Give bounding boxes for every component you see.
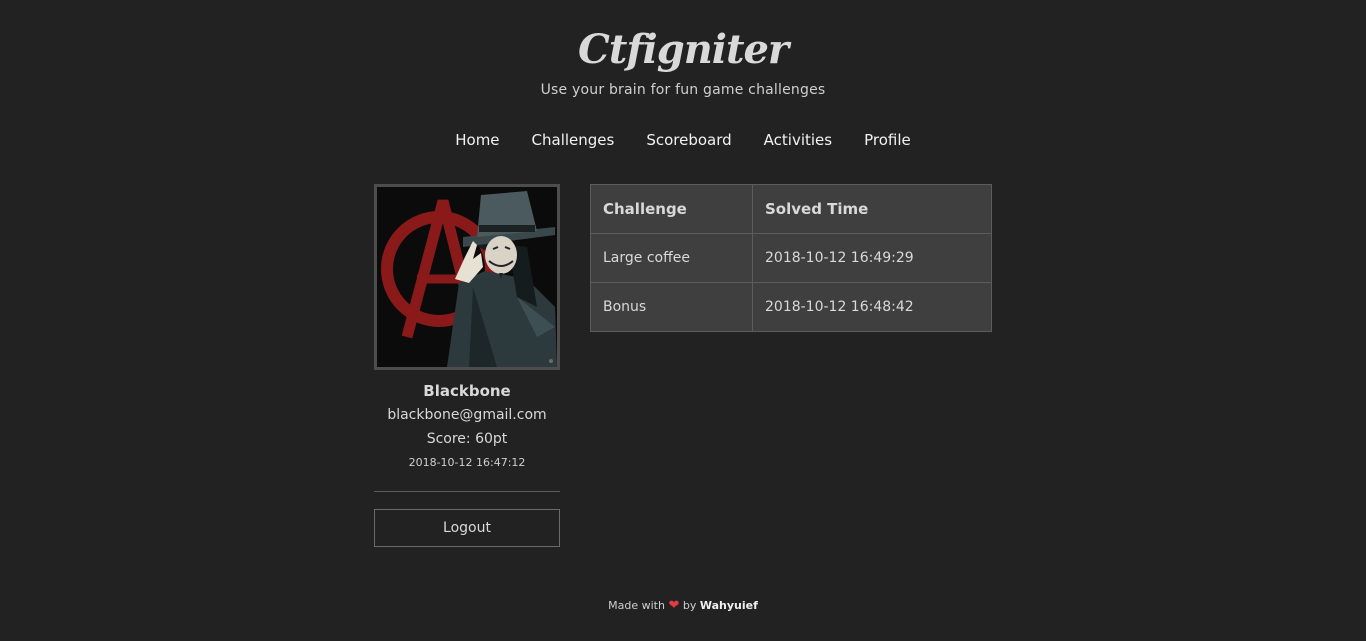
site-logo[interactable]: Ctfigniter bbox=[0, 22, 1366, 78]
footer-author-link[interactable]: Wahyuief bbox=[700, 599, 758, 612]
footer-prefix: Made with bbox=[608, 599, 665, 612]
nav-profile[interactable]: Profile bbox=[864, 130, 911, 150]
profile-name: Blackbone bbox=[423, 382, 511, 400]
table-row: Large coffee 2018-10-12 16:49:29 bbox=[590, 233, 992, 283]
cell-challenge: Large coffee bbox=[590, 233, 753, 283]
nav-home[interactable]: Home bbox=[455, 130, 499, 150]
anonymous-mask-avatar-image bbox=[377, 187, 557, 367]
footer-by: by bbox=[682, 599, 697, 612]
column-header-challenge: Challenge bbox=[590, 184, 753, 234]
profile-email: blackbone@gmail.com bbox=[387, 407, 547, 423]
avatar bbox=[374, 184, 560, 370]
nav-challenges[interactable]: Challenges bbox=[532, 130, 615, 150]
page-footer: Made with ❤ by Wahyuief bbox=[0, 598, 1366, 613]
nav-activities[interactable]: Activities bbox=[764, 130, 832, 150]
cell-challenge: Bonus bbox=[590, 282, 753, 332]
site-tagline: Use your brain for fun game challenges bbox=[540, 82, 826, 98]
profile-score: Score: 60pt bbox=[426, 431, 508, 447]
profile-card: Blackbone blackbone@gmail.com Score: 60p… bbox=[374, 184, 560, 547]
logout-button[interactable]: Logout bbox=[374, 509, 560, 547]
cell-solved-time: 2018-10-12 16:49:29 bbox=[752, 233, 992, 283]
cell-solved-time: 2018-10-12 16:48:42 bbox=[752, 282, 992, 332]
site-header: Ctfigniter Use your brain for fun game c… bbox=[0, 22, 1366, 98]
nav-scoreboard[interactable]: Scoreboard bbox=[646, 130, 731, 150]
profile-joined-time: 2018-10-12 16:47:12 bbox=[408, 456, 526, 469]
column-header-solved-time: Solved Time bbox=[752, 184, 992, 234]
solved-challenges-table: Challenge Solved Time Large coffee 2018-… bbox=[590, 184, 992, 332]
profile-divider bbox=[374, 491, 560, 492]
main-nav: Home Challenges Scoreboard Activities Pr… bbox=[0, 130, 1366, 150]
heart-icon: ❤ bbox=[668, 598, 680, 613]
table-header-row: Challenge Solved Time bbox=[590, 184, 992, 234]
table-row: Bonus 2018-10-12 16:48:42 bbox=[590, 282, 992, 332]
